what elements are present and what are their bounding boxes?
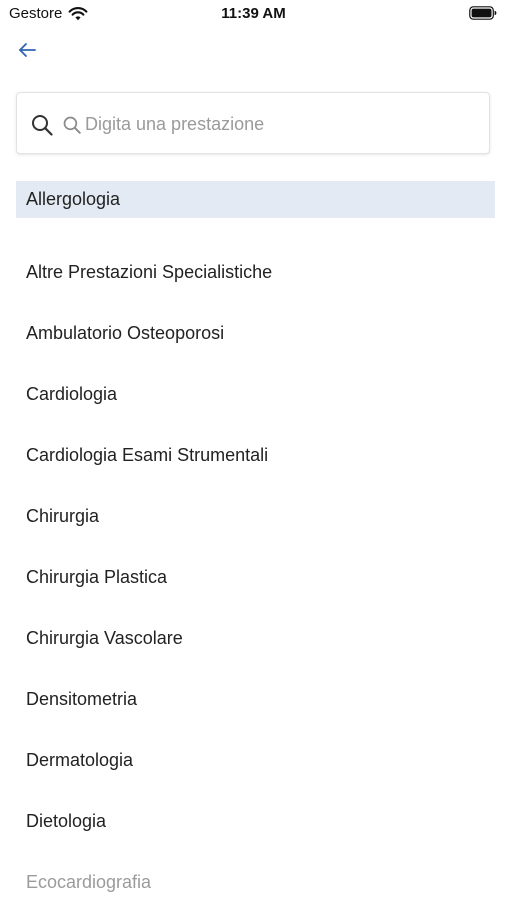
battery-icon bbox=[469, 6, 497, 20]
search-input-icon bbox=[63, 116, 81, 134]
list-item-allergologia[interactable]: Allergologia bbox=[16, 181, 495, 218]
status-time: 11:39 AM bbox=[221, 5, 286, 22]
list-item-dietologia[interactable]: Dietologia bbox=[16, 791, 495, 852]
list-item-chirurgia-plastica[interactable]: Chirurgia Plastica bbox=[16, 547, 495, 608]
search-input[interactable] bbox=[85, 107, 475, 141]
list-item-densitometria[interactable]: Densitometria bbox=[16, 669, 495, 730]
back-button[interactable] bbox=[12, 36, 42, 64]
list-item-chirurgia[interactable]: Chirurgia bbox=[16, 486, 495, 547]
search-icon[interactable] bbox=[31, 114, 53, 136]
list-item-cardiologia[interactable]: Cardiologia bbox=[16, 364, 495, 425]
list-item-ecocardiografia[interactable]: Ecocardiografia bbox=[16, 852, 495, 913]
list-item-cardiologia-esami-strumentali[interactable]: Cardiologia Esami Strumentali bbox=[16, 425, 495, 486]
arrow-left-icon bbox=[19, 43, 36, 57]
list-item-chirurgia-vascolare[interactable]: Chirurgia Vascolare bbox=[16, 608, 495, 669]
list-item-dermatologia[interactable]: Dermatologia bbox=[16, 730, 495, 791]
search-box[interactable] bbox=[16, 92, 490, 154]
list-item-ambulatorio-osteoporosi[interactable]: Ambulatorio Osteoporosi bbox=[16, 303, 495, 364]
list-item-altre-prestazioni-specialistiche[interactable]: Altre Prestazioni Specialistiche bbox=[16, 242, 495, 303]
status-bar: Gestore 11:39 AM bbox=[0, 0, 507, 28]
specialty-list: Allergologia Altre Prestazioni Specialis… bbox=[16, 181, 495, 913]
